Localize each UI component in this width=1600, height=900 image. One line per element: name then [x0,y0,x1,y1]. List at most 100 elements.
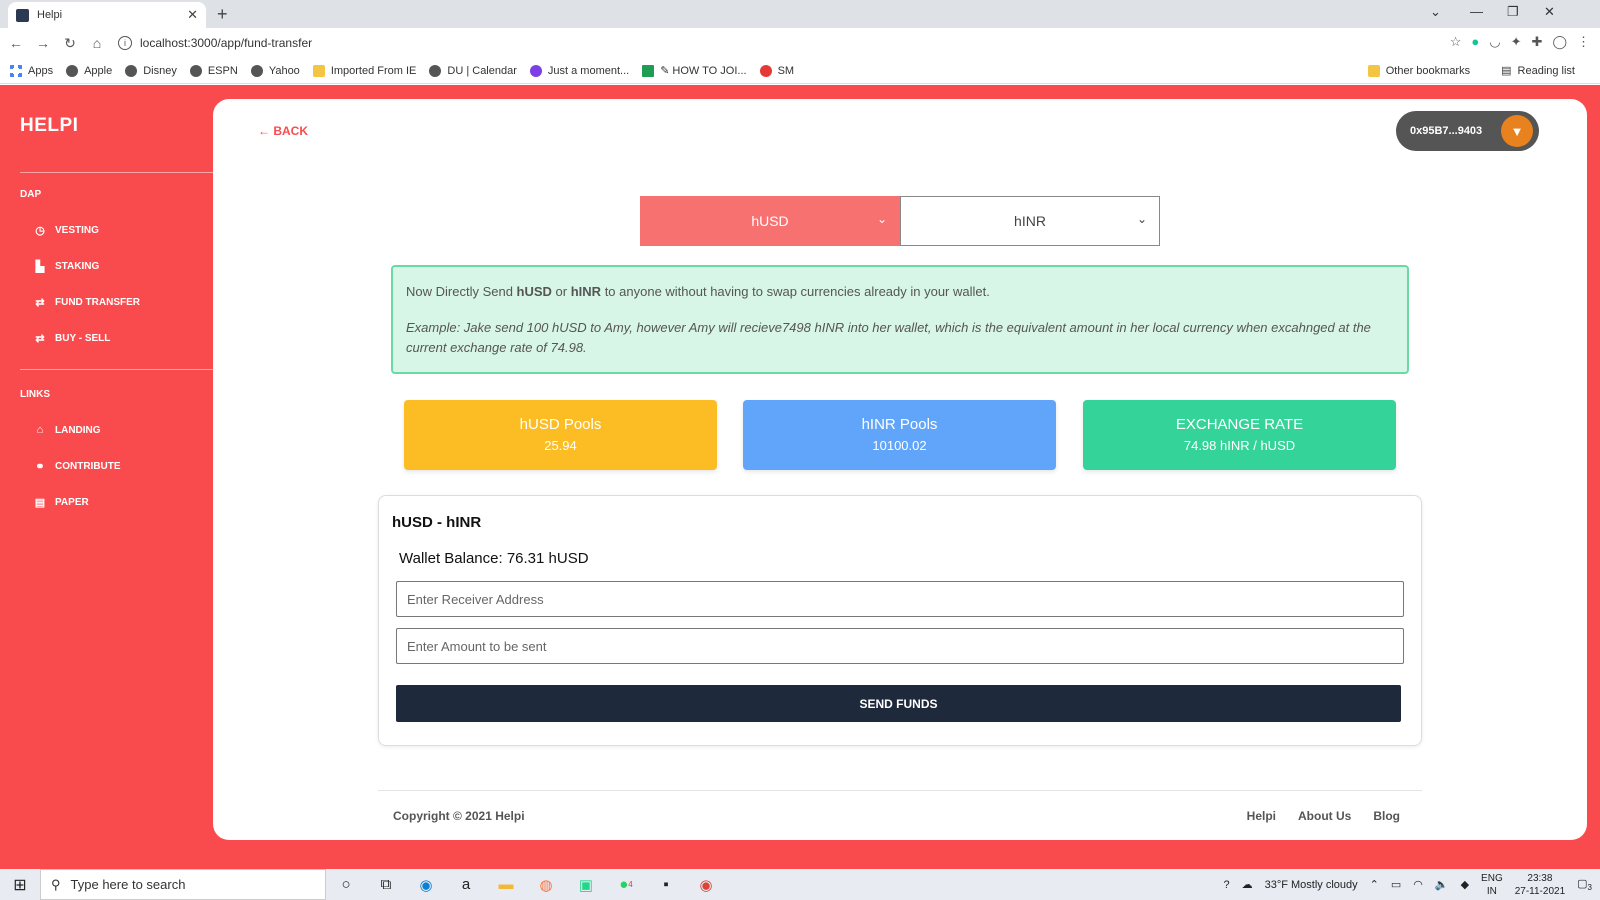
search-icon: ⚲ [51,876,61,892]
receiver-address-input[interactable] [396,581,1404,617]
transfer-icon: ⇄ [35,333,45,345]
bookmark-imported[interactable]: Imported From IE [312,64,416,77]
handshake-icon: ⚭ [35,461,45,473]
footer-link-helpi[interactable]: Helpi [1247,809,1276,823]
folder-icon [1367,64,1380,77]
pocket-icon[interactable]: ◡ [1489,34,1500,50]
bookmark-espn[interactable]: ESPN [189,64,238,77]
brand-logo[interactable]: HELPI [20,115,78,137]
taskbar-search[interactable]: ⚲ Type here to search [40,869,326,900]
volume-icon[interactable]: 🔈 [1435,878,1449,891]
close-tab-icon[interactable]: ✕ [187,7,198,23]
footer-link-about[interactable]: About Us [1298,809,1351,823]
tab-search-icon[interactable]: ⌄ [1430,4,1441,20]
firefox-icon[interactable]: ◍ [526,869,566,900]
extension-icons: ☆ ● ◡ ✦ ✚ ◯ ⋮ [1450,34,1590,50]
sidebar-item-contribute[interactable]: ⚭ CONTRIBUTE [33,460,120,473]
wallet-connect-button[interactable]: 0x95B7...9403 ▼ [1396,111,1539,151]
sidebar-heading-links: LINKS [20,389,50,400]
back-link[interactable]: ← BACK [258,124,308,138]
bookmarks-bar: Apps Apple Disney ESPN Yahoo Imported Fr… [0,58,1600,84]
help-icon[interactable]: ? [1223,879,1229,891]
address-bar: ← → ↻ ⌂ i localhost:3000/app/fund-transf… [0,28,1600,58]
minimize-icon[interactable]: — [1470,4,1483,19]
puzzle-icon[interactable]: ✚ [1532,34,1543,50]
sidebar-divider [20,172,213,173]
forward-arrow-icon[interactable]: → [32,35,54,51]
sidebar-item-landing[interactable]: ⌂ LANDING [33,424,101,436]
new-tab-icon[interactable]: + [217,4,228,25]
sidebar-heading-dap: DAP [20,189,42,200]
url-field[interactable]: i localhost:3000/app/fund-transfer [118,31,1418,55]
staking-icon: ▙ [35,261,45,273]
sidebar-item-buy-sell[interactable]: ⇄ BUY - SELL [33,332,110,345]
wifi-icon[interactable]: ◠ [1413,878,1423,891]
pycharm-icon[interactable]: ▣ [566,869,606,900]
amount-input[interactable] [396,628,1404,664]
windows-taskbar: ⊞ ⚲ Type here to search ○ ⧉ ◉ a ▬ ◍ ▣ ● 4… [0,869,1600,900]
bookmark-apps[interactable]: Apps [10,64,53,77]
profile-icon[interactable]: ◯ [1552,34,1567,50]
stat-card-husd-pools: hUSD Pools 25.94 [404,400,717,470]
weather-icon: ☁ [1241,879,1253,891]
sidebar-item-paper[interactable]: ▤ PAPER [33,496,89,509]
restore-icon[interactable]: ❐ [1507,4,1519,20]
amazon-icon[interactable]: a [446,869,486,900]
edge-icon[interactable]: ◉ [406,869,446,900]
language-indicator[interactable]: ENG IN [1481,872,1503,898]
reading-list[interactable]: ▤ Reading list [1501,64,1575,78]
back-arrow-icon[interactable]: ← [5,35,27,51]
weather-text[interactable]: 33°F Mostly cloudy [1265,879,1358,891]
browser-tab[interactable]: Helpi ✕ [8,2,206,28]
bookmark-du-calendar[interactable]: DU | Calendar [429,64,517,77]
document-icon: ▤ [34,497,46,509]
menu-dots-icon[interactable]: ⋮ [1577,34,1590,50]
whatsapp-icon[interactable]: ● 4 [606,869,646,900]
terminal-icon[interactable]: ▪ [646,869,686,900]
stat-title: hUSD Pools [519,416,602,433]
from-currency-select[interactable]: hUSD ⌄ [640,196,900,246]
chevron-up-icon[interactable]: ⌃ [1370,878,1379,891]
sidebar-item-vesting[interactable]: ◷ VESTING [33,224,99,237]
home-icon[interactable]: ⌂ [86,35,108,51]
windows-start-icon[interactable]: ⊞ [0,875,40,895]
file-explorer-icon[interactable]: ▬ [486,869,526,900]
send-funds-button[interactable]: SEND FUNDS [396,685,1401,722]
cortana-icon[interactable]: ○ [326,869,366,900]
sm-site-icon [759,64,772,77]
bookmark-disney[interactable]: Disney [125,64,177,77]
sidebar-item-staking[interactable]: ▙ STAKING [33,260,100,273]
grammarly-icon[interactable]: ● [1471,34,1479,50]
bookmark-sm[interactable]: SM [759,64,794,77]
battery-icon[interactable]: ▭ [1391,878,1401,891]
apps-grid-icon [10,64,22,77]
chrome-icon[interactable]: ◉ [686,869,726,900]
extension-icon[interactable]: ✦ [1511,34,1522,50]
sidebar-item-fund-transfer[interactable]: ⇄ FUND TRANSFER [33,296,140,309]
chevron-down-icon: ⌄ [876,212,887,226]
reload-icon[interactable]: ↻ [59,35,81,52]
footer-link-blog[interactable]: Blog [1373,809,1400,823]
to-currency-select[interactable]: hINR ⌄ [900,196,1160,246]
globe-icon [189,64,202,77]
site-info-icon[interactable]: i [118,36,132,50]
dropbox-icon[interactable]: ◆ [1461,878,1469,891]
url-text: localhost:3000/app/fund-transfer [140,36,313,50]
bookmark-just-a-moment[interactable]: Just a moment... [529,64,629,77]
bookmark-star-icon[interactable]: ☆ [1450,34,1462,50]
notification-icon[interactable]: ▢3 [1577,877,1592,892]
green-site-icon [642,64,655,77]
bookmark-how-to-join[interactable]: ✎ HOW TO JOI... [642,64,747,77]
bookmark-apple[interactable]: Apple [66,64,112,77]
close-window-icon[interactable]: ✕ [1544,4,1555,20]
bookmark-yahoo[interactable]: Yahoo [250,64,300,77]
transfer-icon: ⇄ [35,297,45,309]
stat-card-hinr-pools: hINR Pools 10100.02 [743,400,1056,470]
clock[interactable]: 23:38 27-11-2021 [1515,872,1565,898]
notice-line: Now Directly Send hUSD or hINR to anyone… [406,284,990,299]
footer-links: Helpi About Us Blog [1247,809,1400,823]
copyright: Copyright © 2021 Helpi [393,809,525,823]
reading-list-icon: ▤ [1501,65,1512,77]
task-view-icon[interactable]: ⧉ [366,869,406,900]
other-bookmarks[interactable]: Other bookmarks [1367,64,1470,77]
